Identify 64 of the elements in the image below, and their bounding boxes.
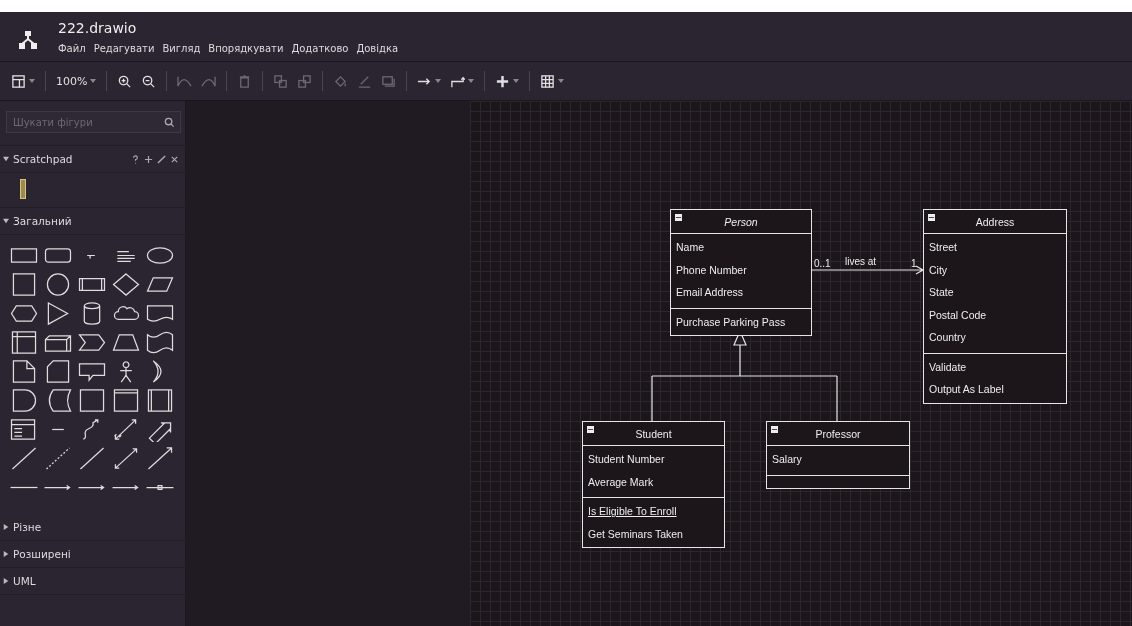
- search-icon[interactable]: [164, 117, 175, 128]
- collapse-icon[interactable]: [771, 426, 778, 433]
- attribute-text: Name: [675, 240, 704, 255]
- zoom-in-icon: [117, 73, 133, 89]
- attribute-text: Student Number: [587, 452, 665, 467]
- diamond-icon[interactable]: [110, 272, 142, 297]
- operation-text: Validate: [928, 359, 967, 375]
- caret-icon: [435, 79, 442, 83]
- close-icon[interactable]: [170, 154, 179, 164]
- operation-text: Output As Label: [928, 382, 1004, 397]
- section-header[interactable]: Scratchpad: [0, 146, 185, 173]
- menu-item[interactable]: Редагувати: [93, 43, 155, 54]
- class-name: Student: [635, 427, 672, 440]
- collapse-icon[interactable]: [928, 214, 935, 221]
- class-name: Professor: [815, 427, 861, 440]
- add-icon[interactable]: [144, 154, 153, 164]
- association-label: lives at: [845, 256, 877, 267]
- multiplicity-label: 0..1: [814, 258, 831, 269]
- to-back-icon: [297, 73, 313, 89]
- menu-item[interactable]: Файл: [58, 43, 86, 54]
- attribute-text: Salary: [771, 452, 802, 467]
- multiplicity-label: 1: [911, 258, 917, 269]
- menu-item[interactable]: Впорядкувати: [208, 43, 284, 54]
- panel-icon: [11, 73, 26, 89]
- caret-icon: [90, 79, 97, 83]
- attribute-text: Email Address: [675, 285, 744, 300]
- caret-icon: [468, 79, 475, 83]
- caret-icon: [513, 79, 520, 83]
- edit-icon[interactable]: [157, 154, 166, 164]
- section-header[interactable]: Розширені: [0, 541, 185, 568]
- attribute-text: Phone Number: [675, 262, 747, 278]
- table-icon: [540, 73, 556, 89]
- collapse-icon[interactable]: [587, 426, 594, 433]
- menu-item[interactable]: Додатково: [291, 43, 349, 54]
- tape-icon[interactable]: [144, 330, 176, 355]
- operation-text: Get Seminars Taken: [587, 526, 683, 542]
- class-name: Address: [975, 215, 1015, 228]
- operation-text: Is Eligible To Enroll: [587, 504, 677, 519]
- operation-text: Purchase Parking Pass: [675, 314, 786, 330]
- zoom-level-dropdown[interactable]: 100%: [53, 72, 100, 90]
- help-icon[interactable]: [131, 154, 140, 164]
- collapse-icon[interactable]: [675, 214, 682, 221]
- zoom-out-icon: [141, 73, 157, 89]
- caret-icon: [29, 79, 35, 83]
- caret-icon: [558, 79, 565, 83]
- menu-item[interactable]: Вигляд: [162, 43, 201, 54]
- search-field[interactable]: Шукати фігури: [6, 111, 181, 133]
- class-name: Person: [724, 215, 758, 228]
- window-title: 222.drawio: [58, 19, 138, 38]
- to-front-icon: [273, 73, 289, 89]
- attribute-text: Country: [928, 330, 966, 345]
- section-header[interactable]: Різне: [0, 514, 185, 541]
- attribute-text: Street: [928, 240, 957, 255]
- attribute-text: Average Mark: [587, 474, 654, 490]
- shadow-icon: [381, 73, 397, 89]
- attribute-text: State: [928, 285, 954, 300]
- section-header[interactable]: UML: [0, 568, 185, 595]
- fill-icon: [333, 73, 349, 89]
- attribute-text: City: [928, 262, 948, 278]
- section-header[interactable]: Загальний: [0, 208, 185, 235]
- logo-icon: [18, 30, 38, 50]
- insert-icon: [495, 73, 511, 89]
- menu-item[interactable]: Довідка: [356, 43, 399, 54]
- attribute-text: Postal Code: [928, 307, 987, 323]
